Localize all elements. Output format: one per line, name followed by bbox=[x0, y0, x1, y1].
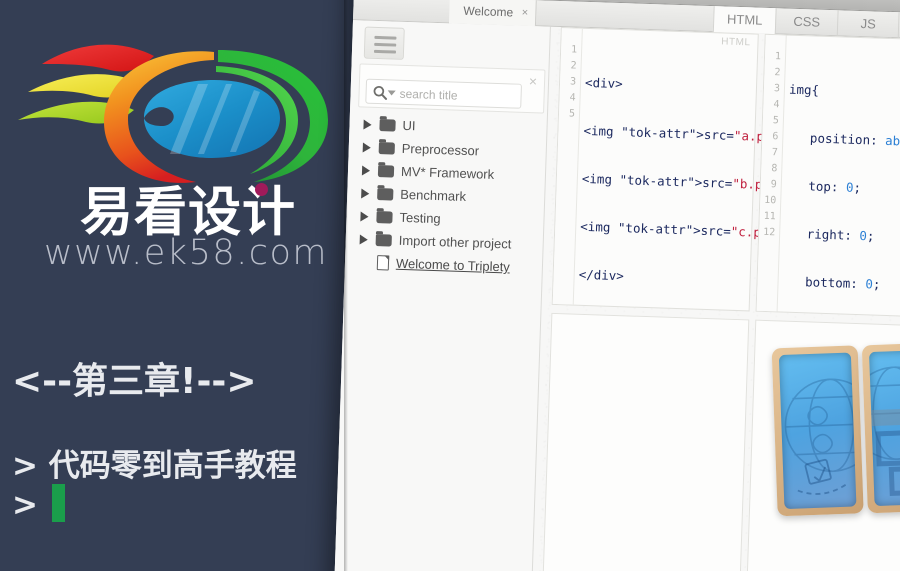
tab-close-icon[interactable]: × bbox=[521, 0, 529, 26]
chapter-headline: <--第三章!--> bbox=[12, 361, 257, 402]
terminal-prompt-line: > bbox=[12, 484, 65, 523]
tab-welcome-label: Welcome bbox=[463, 3, 514, 20]
tab-js[interactable]: JS bbox=[836, 10, 900, 39]
folder-icon bbox=[377, 164, 395, 178]
text-caret bbox=[51, 484, 65, 522]
line-number: 3 bbox=[569, 76, 577, 88]
disclosure-triangle-icon[interactable] bbox=[363, 119, 372, 130]
folder-icon bbox=[376, 210, 393, 224]
html-editor-pane[interactable]: HTML 1 2 3 4 5 <div> <img "tok-attr">src… bbox=[551, 27, 794, 312]
hamburger-line bbox=[374, 35, 397, 40]
disclosure-triangle-icon[interactable] bbox=[361, 165, 371, 176]
line-number: 6 bbox=[772, 131, 779, 143]
line-number: 4 bbox=[773, 99, 780, 111]
search-icon bbox=[372, 85, 388, 100]
tree-item-label: MV* Framework bbox=[400, 163, 495, 182]
line-number: 3 bbox=[773, 83, 781, 95]
line-number: 2 bbox=[570, 60, 577, 72]
folder-icon bbox=[377, 187, 394, 201]
folder-icon bbox=[379, 118, 396, 132]
tree-item-label: Import other project bbox=[398, 232, 512, 252]
line-number: 10 bbox=[764, 194, 777, 207]
line-number: 8 bbox=[771, 163, 778, 175]
preview-pane-left bbox=[541, 312, 750, 571]
card-image bbox=[778, 352, 857, 510]
code-line: position: absolute; bbox=[787, 129, 900, 150]
puzzle-globe-card-1 bbox=[771, 345, 864, 517]
line-number: 7 bbox=[771, 147, 779, 159]
line-number: 4 bbox=[569, 92, 576, 104]
line-number: 12 bbox=[762, 226, 776, 239]
disclosure-triangle-icon[interactable] bbox=[361, 188, 370, 199]
tree-item-label: Welcome to Triplety bbox=[395, 255, 511, 275]
search-input[interactable] bbox=[399, 84, 518, 106]
file-browser-sidebar: × UI bbox=[333, 20, 551, 571]
tree-item-welcome-to-triplety[interactable]: Welcome to Triplety bbox=[353, 250, 544, 279]
tab-css[interactable]: CSS bbox=[774, 8, 838, 37]
line-number: 2 bbox=[774, 67, 781, 79]
tab-welcome[interactable]: Welcome × bbox=[448, 0, 537, 27]
tab-html[interactable]: HTML bbox=[712, 6, 776, 35]
code-line: top: 0; bbox=[785, 177, 862, 196]
code-line: img{ bbox=[788, 81, 820, 98]
code-line: bottom: 0; bbox=[782, 273, 881, 292]
brand-url: www.ek58.com bbox=[43, 233, 328, 273]
disclosure-triangle-icon[interactable] bbox=[360, 211, 369, 222]
search-field[interactable] bbox=[365, 78, 523, 109]
line-number: 1 bbox=[774, 51, 782, 63]
prompt-symbol: > bbox=[12, 487, 38, 523]
folder-icon bbox=[375, 233, 392, 247]
brand-dot-icon bbox=[255, 183, 268, 196]
tree-item-label: Testing bbox=[399, 209, 441, 227]
hamburger-line bbox=[373, 49, 397, 54]
editor-application-window: Welcome × HTML CSS JS × search title UI … bbox=[333, 0, 900, 571]
file-tree: UI Preprocessor MV* Framework Benchmark bbox=[353, 112, 548, 279]
preview-pane-right bbox=[745, 319, 900, 571]
disclosure-triangle-icon[interactable] bbox=[362, 142, 371, 153]
tree-item-label: UI bbox=[402, 117, 416, 134]
line-number: 1 bbox=[570, 44, 578, 56]
hamburger-icon[interactable] bbox=[363, 26, 405, 60]
file-icon bbox=[376, 255, 390, 271]
card-image bbox=[869, 349, 900, 507]
promo-screenshot: 易看设计 www.ek58.com <--第三章!--> > 代码零到高手教程 … bbox=[0, 0, 900, 571]
tutorial-title: > 代码零到高手教程 bbox=[12, 448, 297, 484]
disclosure-triangle-icon[interactable] bbox=[359, 233, 368, 245]
tree-item-label: Preprocessor bbox=[401, 140, 480, 159]
line-number: 11 bbox=[763, 210, 776, 223]
hamburger-line bbox=[374, 42, 397, 47]
search-panel: × bbox=[358, 63, 546, 114]
brand-logo-icon bbox=[18, 22, 338, 192]
folder-icon bbox=[378, 141, 395, 155]
chevron-down-icon[interactable] bbox=[387, 90, 396, 96]
line-number: 5 bbox=[772, 115, 780, 127]
line-number: 9 bbox=[770, 179, 777, 191]
tree-item-label: Benchmark bbox=[400, 186, 467, 204]
css-editor-pane[interactable]: 1 2 3 4 5 6 7 8 9 10 11 12 img{ position… bbox=[755, 33, 900, 565]
code-line: right: 0; bbox=[783, 225, 875, 244]
puzzle-globe-card-2 bbox=[861, 342, 900, 514]
line-number: 5 bbox=[568, 108, 576, 120]
search-panel-close-icon[interactable]: × bbox=[529, 73, 538, 89]
